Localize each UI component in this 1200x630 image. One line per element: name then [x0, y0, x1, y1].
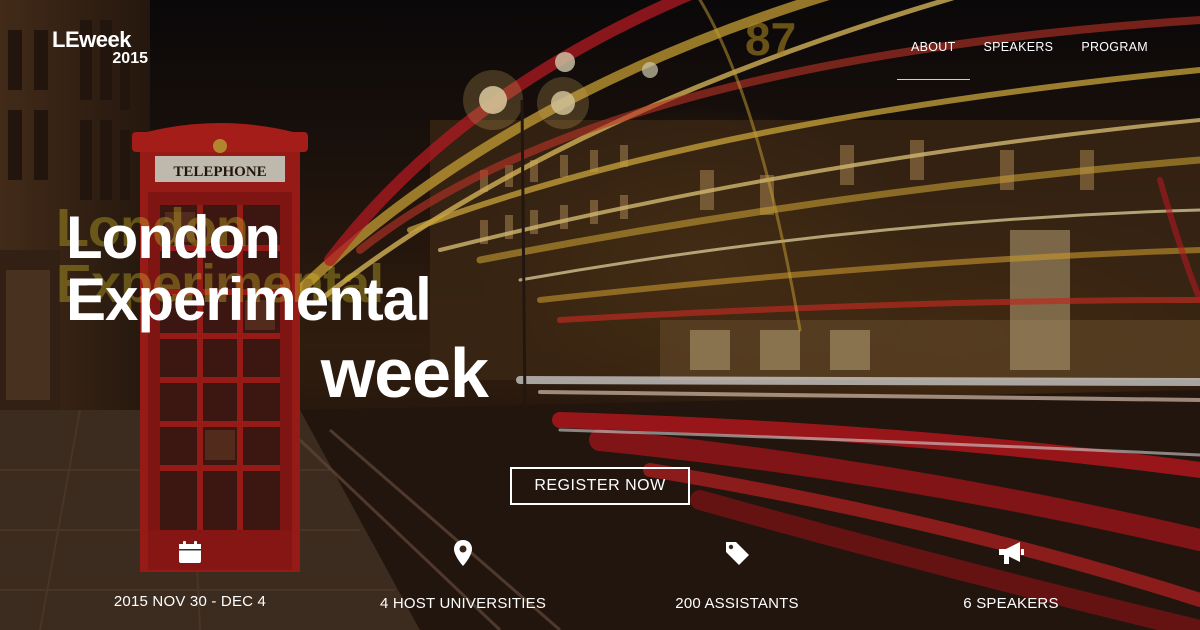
nav-program[interactable]: PROGRAM — [1081, 38, 1148, 56]
nav-about[interactable]: ABOUT — [897, 38, 969, 80]
stat-universities-label: 4 HOST UNIVERSITIES — [379, 595, 547, 612]
stat-assistants: 200 ASSISTANTS — [617, 535, 857, 612]
stat-speakers-label: 6 SPEAKERS — [963, 595, 1059, 612]
event-stats: 2015 NOV 30 - DEC 4 4 HOST UNIVERSITIES … — [0, 535, 1200, 625]
map-pin-icon — [454, 540, 472, 566]
stat-dates: 2015 NOV 30 - DEC 4 — [70, 535, 310, 610]
main-nav: ABOUT SPEAKERS PROGRAM — [897, 38, 1148, 80]
logo-year: 2015 — [112, 50, 148, 67]
site-logo[interactable]: LEweek 2015 — [52, 28, 152, 72]
hero-headline: London Experimental week — [66, 204, 496, 412]
stat-universities: 4 HOST UNIVERSITIES — [343, 535, 583, 612]
headline-line-3: week — [320, 334, 489, 412]
megaphone-icon — [999, 542, 1024, 564]
headline-line-1: London — [66, 204, 281, 271]
register-now-button[interactable]: REGISTER NOW — [510, 467, 690, 505]
tag-icon — [726, 542, 749, 565]
stat-speakers: 6 SPEAKERS — [891, 535, 1131, 612]
stat-dates-label: 2015 NOV 30 - DEC 4 — [113, 593, 267, 610]
headline-line-2: Experimental — [66, 266, 432, 333]
nav-speakers[interactable]: SPEAKERS — [984, 38, 1054, 56]
stat-assistants-label: 200 ASSISTANTS — [675, 595, 799, 612]
calendar-icon — [179, 541, 201, 563]
